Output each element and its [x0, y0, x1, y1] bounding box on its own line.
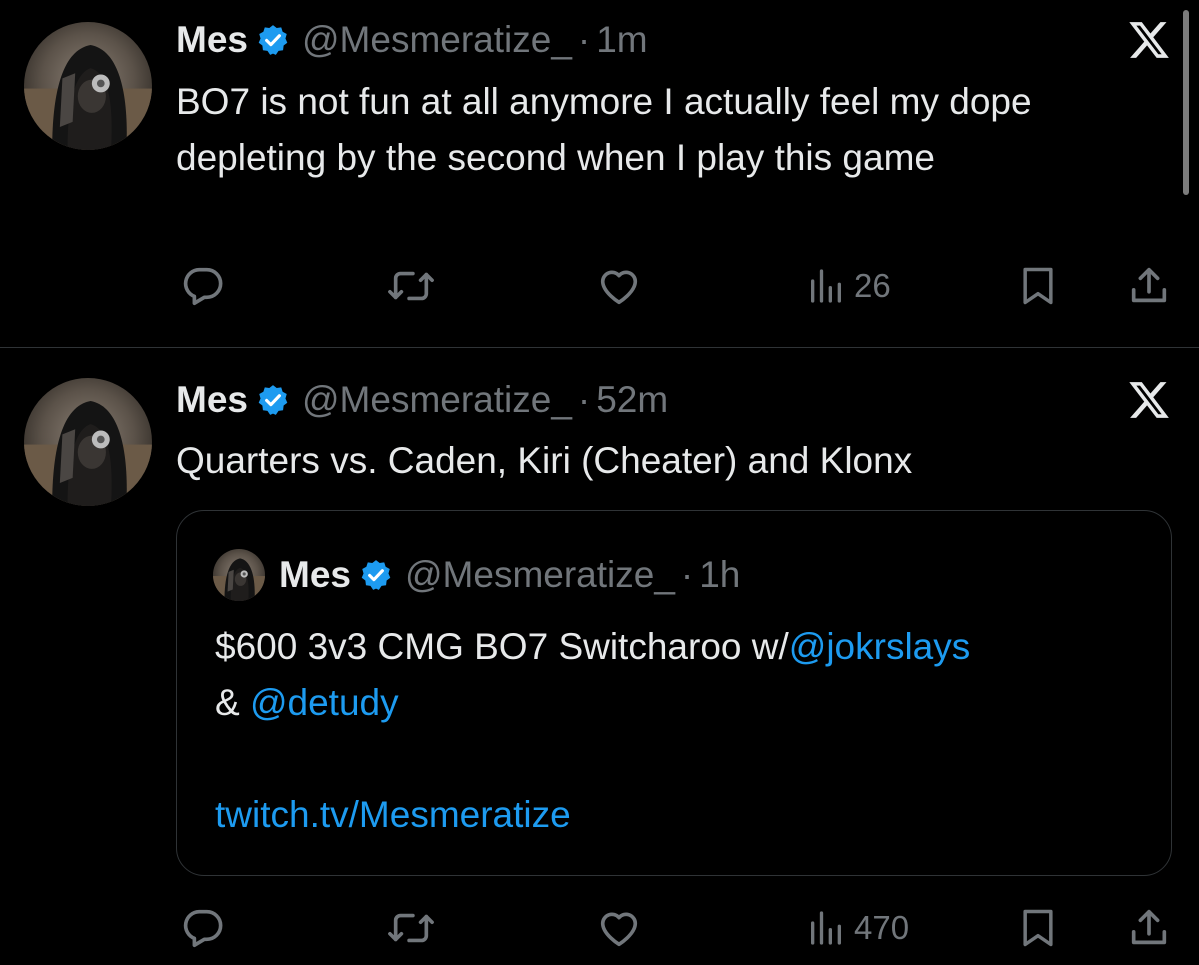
tweet-text: Quarters vs. Caden, Kiri (Cheater) and K… [176, 440, 913, 481]
quoted-text-part: $600 3v3 CMG BO7 Switcharoo w/ [215, 626, 789, 667]
views-count: 470 [854, 909, 910, 946]
mention-link[interactable]: @detudy [250, 682, 399, 723]
repost-icon [388, 271, 434, 301]
mention-link[interactable]: @jokrslays [789, 626, 970, 667]
tweet[interactable]: Mes @Mesmeratize_ · 52m Quarters vs. Cad… [0, 348, 1199, 965]
author-name[interactable]: Mes [176, 19, 248, 61]
bookmark-icon [1023, 267, 1053, 305]
views-button[interactable]: 26 [806, 258, 891, 314]
separator-dot: · [577, 379, 591, 420]
separator-dot: · [577, 19, 591, 60]
avatar[interactable] [24, 378, 152, 506]
action-bar: 470 [0, 900, 1199, 956]
views-icon [811, 269, 841, 303]
tweet[interactable]: Mes @Mesmeratize_ · 1m BO7 is not fun at… [0, 0, 1199, 347]
verified-badge-icon [256, 23, 290, 57]
quoted-timestamp[interactable]: 1h [699, 554, 740, 596]
quoted-avatar[interactable] [213, 549, 265, 601]
tweet-header: Mes @Mesmeratize_ · 52m [176, 378, 668, 422]
quoted-tweet[interactable]: Mes @Mesmeratize_ · 1h $600 3v3 CMG BO7 … [176, 510, 1172, 876]
reply-button[interactable] [180, 900, 226, 956]
author-name[interactable]: Mes [176, 379, 248, 421]
like-button[interactable] [596, 258, 642, 314]
share-button[interactable] [1126, 258, 1172, 314]
views-button[interactable]: 470 [806, 900, 909, 956]
verified-badge-icon [256, 383, 290, 417]
quoted-author-name[interactable]: Mes [279, 554, 351, 596]
action-bar: 26 [0, 258, 1199, 314]
author-handle[interactable]: @Mesmeratize_ [302, 19, 572, 61]
quoted-tweet-text: $600 3v3 CMG BO7 Switcharoo w/@jokrslays… [215, 619, 1135, 843]
twitch-link[interactable]: twitch.tv/Mesmeratize [215, 794, 571, 835]
share-icon [1131, 909, 1167, 945]
quoted-text-line: $600 3v3 CMG BO7 Switcharoo w/@jokrslays [215, 619, 1135, 675]
x-logo-icon [1127, 378, 1171, 422]
bookmark-button[interactable] [1016, 900, 1060, 956]
like-icon [600, 270, 638, 305]
timestamp[interactable]: 1m [596, 19, 647, 61]
quoted-tweet-header: Mes @Mesmeratize_ · 1h [213, 549, 740, 601]
bookmark-icon [1023, 909, 1053, 947]
share-button[interactable] [1126, 900, 1172, 956]
quoted-text-part: & [215, 682, 250, 723]
views-icon [811, 911, 841, 945]
like-button[interactable] [596, 900, 642, 956]
reply-icon [183, 909, 223, 948]
bookmark-button[interactable] [1016, 258, 1060, 314]
share-icon [1131, 267, 1167, 303]
reply-icon [183, 267, 223, 306]
x-logo-icon [1127, 18, 1171, 62]
scrollbar[interactable] [1183, 10, 1189, 195]
tweet-header: Mes @Mesmeratize_ · 1m [176, 18, 648, 62]
timestamp[interactable]: 52m [596, 379, 668, 421]
avatar[interactable] [24, 22, 152, 150]
repost-button[interactable] [386, 258, 436, 314]
like-icon [600, 912, 638, 947]
verified-badge-icon [359, 558, 393, 592]
views-count: 26 [854, 267, 891, 304]
tweet-text: BO7 is not fun at all anymore I actually… [176, 81, 1032, 178]
repost-icon [388, 913, 434, 943]
quoted-author-handle[interactable]: @Mesmeratize_ [405, 554, 675, 596]
quoted-text-line: twitch.tv/Mesmeratize [215, 787, 1135, 843]
quoted-text-line: & @detudy [215, 675, 1135, 731]
separator-dot: · [680, 554, 694, 595]
author-handle[interactable]: @Mesmeratize_ [302, 379, 572, 421]
reply-button[interactable] [180, 258, 226, 314]
repost-button[interactable] [386, 900, 436, 956]
